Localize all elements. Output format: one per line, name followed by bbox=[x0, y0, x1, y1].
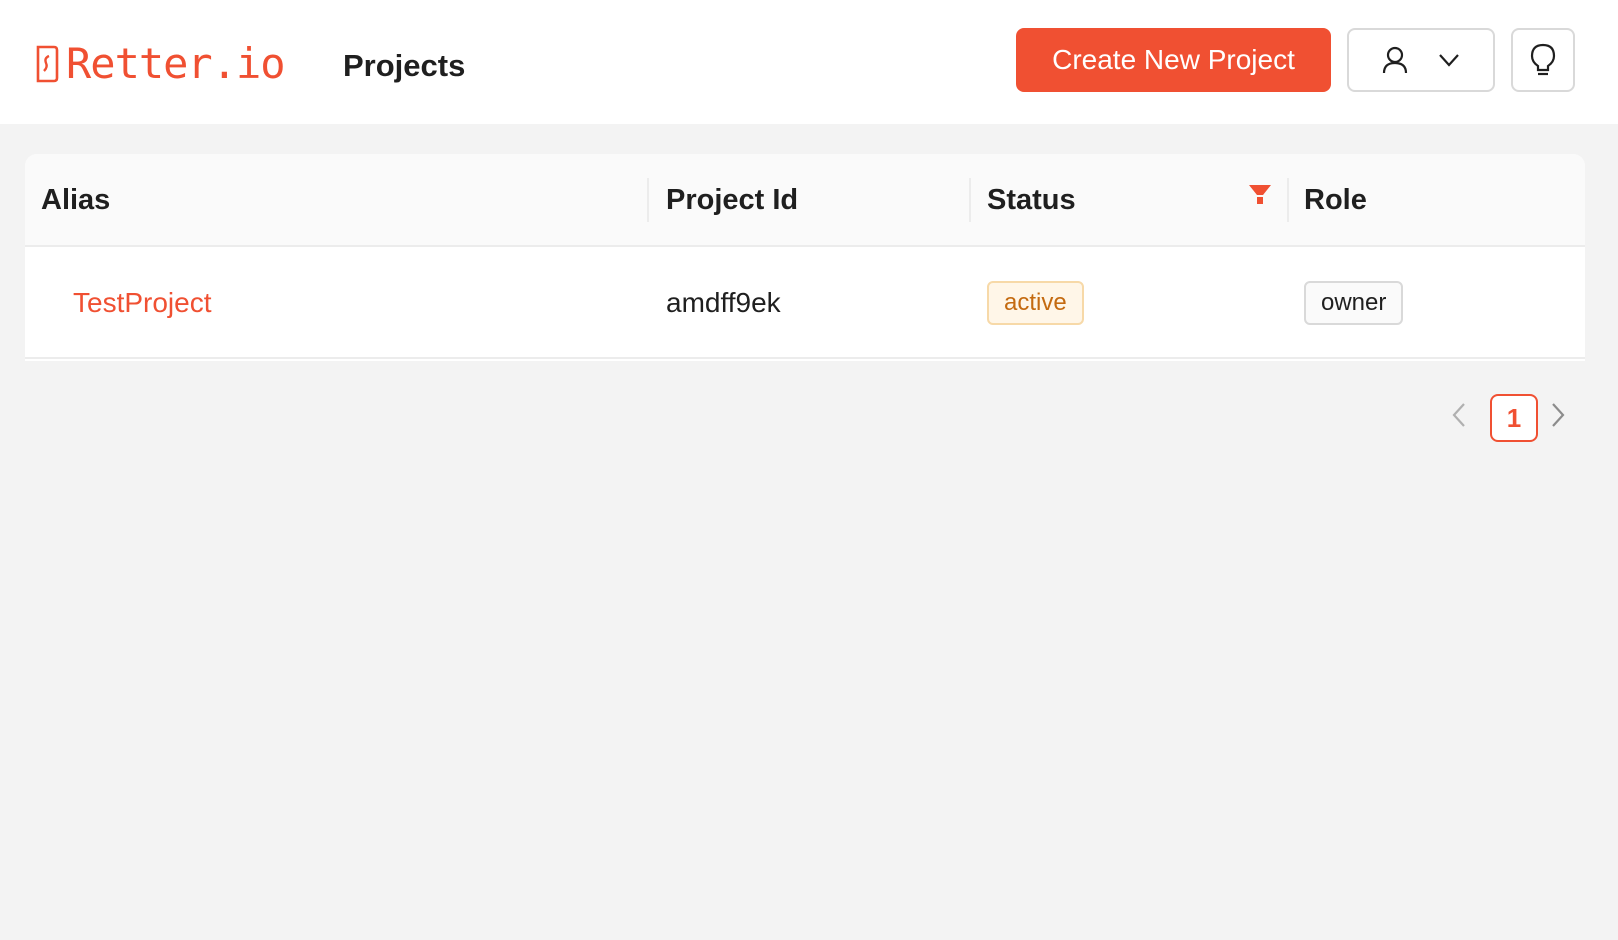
chevron-left-icon[interactable] bbox=[1451, 402, 1467, 433]
column-divider bbox=[1287, 178, 1289, 222]
status-cell: active bbox=[987, 247, 1084, 359]
retter-logo[interactable]: Retter.io bbox=[34, 38, 286, 90]
role-cell: owner bbox=[1304, 247, 1404, 359]
top-header: Retter.io Projects Create New Project bbox=[0, 0, 1618, 124]
alias-cell: TestProject bbox=[73, 247, 212, 359]
lightbulb-icon bbox=[1529, 43, 1557, 77]
page-title: Projects bbox=[343, 48, 466, 83]
create-new-project-button[interactable]: Create New Project bbox=[1016, 28, 1331, 92]
hint-button[interactable] bbox=[1511, 28, 1575, 92]
chevron-down-icon bbox=[1438, 53, 1460, 67]
column-header-status: Status bbox=[987, 184, 1076, 216]
pagination-page-button[interactable]: 1 bbox=[1490, 394, 1538, 442]
logo-text: Retter.io bbox=[66, 39, 286, 88]
column-divider bbox=[647, 178, 649, 222]
status-badge: active bbox=[987, 281, 1084, 325]
chevron-right-icon[interactable] bbox=[1550, 402, 1566, 433]
filter-icon[interactable] bbox=[1248, 184, 1272, 211]
projects-table: Alias Project Id Status Role TestProject… bbox=[25, 154, 1585, 361]
column-header-role: Role bbox=[1304, 184, 1367, 216]
retter-logo-icon bbox=[36, 45, 59, 83]
column-divider bbox=[969, 178, 971, 222]
table-row: TestProject amdff9ek active owner bbox=[25, 247, 1585, 359]
project-id-cell: amdff9ek bbox=[666, 287, 781, 318]
project-alias-link[interactable]: TestProject bbox=[73, 287, 212, 319]
role-badge: owner bbox=[1304, 281, 1404, 325]
column-header-project-id: Project Id bbox=[666, 184, 799, 216]
user-menu-button[interactable] bbox=[1347, 28, 1495, 92]
column-header-alias: Alias bbox=[41, 184, 111, 216]
table-header: Alias Project Id Status Role bbox=[25, 154, 1585, 247]
user-icon bbox=[1382, 46, 1408, 74]
